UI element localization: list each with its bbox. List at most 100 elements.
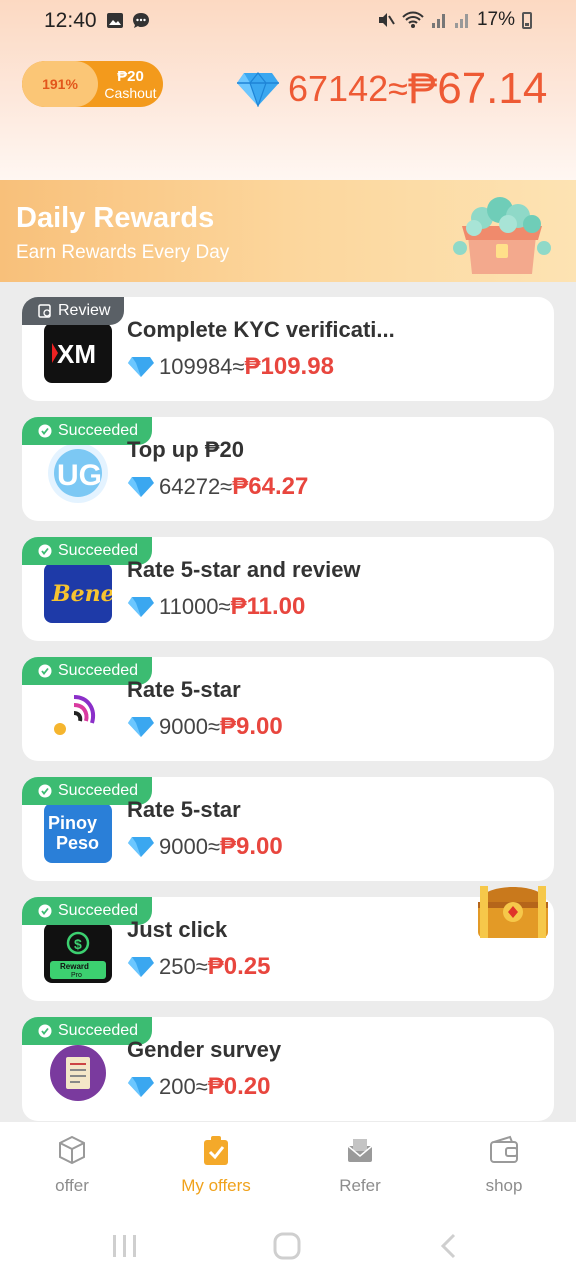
diamond-icon	[128, 477, 154, 497]
signal-icon	[454, 14, 468, 28]
signal-icon	[431, 14, 445, 28]
daily-rewards-banner[interactable]: Daily Rewards Earn Rewards Every Day	[0, 180, 576, 282]
signal-app-icon	[44, 683, 112, 743]
offer-reward: 9000≈ ₱9.00	[127, 713, 283, 741]
reward-gems: 250≈	[159, 954, 208, 979]
xm-app-icon: XM	[44, 323, 112, 383]
reward-php: ₱9.00	[220, 833, 283, 860]
check-circle-icon	[38, 784, 52, 798]
svg-text:$: $	[74, 936, 82, 952]
nav-my-offers[interactable]: My offers	[166, 1134, 266, 1196]
nav-label: shop	[485, 1176, 523, 1195]
offer-reward: 64272≈ ₱64.27	[127, 473, 308, 501]
cube-icon	[59, 1135, 85, 1165]
check-circle-icon	[38, 1024, 52, 1038]
wifi-icon	[402, 11, 424, 28]
pinoy-peso-app-icon: Pinoy Peso	[44, 803, 112, 863]
svg-text:Peso: Peso	[56, 833, 99, 853]
offer-title: Top up ₱20	[127, 437, 244, 462]
envelope-icon	[347, 1139, 373, 1162]
system-nav-bar	[0, 1214, 576, 1280]
offer-card[interactable]: XM Review Complete KYC verificati... 109…	[22, 297, 554, 401]
offer-card[interactable]: Bene Succeeded Rate 5-star and review 11…	[22, 537, 554, 641]
svg-text:XM: XM	[57, 339, 96, 369]
offer-card[interactable]: Succeeded Gender survey 200≈ ₱0.20	[22, 1017, 554, 1121]
gallery-icon	[107, 13, 123, 28]
battery-icon	[522, 11, 532, 29]
svg-text:Pro: Pro	[71, 972, 82, 979]
balance-display: 67142≈ ₱67.14	[236, 64, 547, 114]
reward-php: ₱9.00	[220, 713, 283, 740]
home-icon[interactable]	[272, 1232, 302, 1260]
reward-php: ₱0.25	[207, 953, 271, 980]
offer-reward: 109984≈ ₱109.98	[127, 353, 334, 381]
treasure-chest-icon[interactable]	[472, 872, 554, 942]
svg-text:Pinoy: Pinoy	[48, 813, 97, 833]
nav-label: offer	[55, 1176, 89, 1195]
cashout-button[interactable]: 191% ₱20 Cashout	[22, 61, 163, 107]
badge-label: Review	[58, 302, 111, 319]
cashout-percent: 191%	[22, 61, 98, 107]
status-bar: 12:40 17%	[0, 0, 576, 42]
diamond-icon	[128, 837, 154, 857]
svg-text:UG: UG	[57, 459, 102, 492]
banner-title: Daily Rewards	[16, 202, 215, 234]
offer-title: Gender survey	[127, 1037, 282, 1062]
check-circle-icon	[38, 904, 52, 918]
diamond-icon	[128, 717, 154, 737]
status-badge: Review	[22, 297, 125, 325]
diamond-icon	[128, 957, 154, 977]
ug-app-icon: UG	[44, 443, 112, 503]
chat-icon	[133, 13, 149, 28]
diamond-icon	[128, 357, 154, 377]
nav-label: My offers	[181, 1176, 251, 1195]
reward-gems: 11000≈	[159, 594, 231, 619]
gem-chest-icon	[453, 197, 551, 274]
clipboard-check-icon	[204, 1136, 228, 1165]
check-circle-icon	[38, 424, 52, 438]
reward-gems: 9000≈	[159, 834, 221, 859]
reward-php: ₱109.98	[244, 353, 334, 380]
check-circle-icon	[38, 664, 52, 678]
survey-app-icon	[44, 1043, 112, 1103]
offer-reward: 11000≈ ₱11.00	[127, 593, 305, 621]
offer-reward: 9000≈ ₱9.00	[127, 833, 283, 861]
offer-title: Rate 5-star	[127, 677, 241, 702]
offer-title: Rate 5-star and review	[127, 557, 361, 582]
offer-title: Rate 5-star	[127, 797, 241, 822]
mute-icon	[378, 13, 395, 27]
offer-title: Just click	[127, 917, 228, 942]
offer-reward: 250≈ ₱0.25	[127, 953, 271, 981]
offer-card[interactable]: Succeeded Rate 5-star 9000≈ ₱9.00	[22, 657, 554, 761]
balance-php: ₱67.14	[407, 64, 548, 113]
reward-gems: 64272≈	[159, 474, 233, 499]
cashout-info: ₱20 Cashout	[98, 61, 163, 107]
diamond-icon	[128, 1077, 154, 1097]
banner-subtitle: Earn Rewards Every Day	[16, 242, 230, 263]
nav-label: Refer	[339, 1176, 381, 1195]
reward-php: ₱11.00	[230, 593, 306, 620]
cashout-label: Cashout	[104, 84, 157, 101]
diamond-icon	[128, 597, 154, 617]
nav-offer[interactable]: offer	[22, 1134, 122, 1196]
nav-refer[interactable]: Refer	[310, 1134, 410, 1196]
recent-apps-icon[interactable]	[110, 1232, 140, 1260]
reward-gems: 200≈	[159, 1074, 208, 1099]
status-time: 12:40	[44, 9, 97, 32]
back-icon[interactable]	[436, 1232, 460, 1260]
nav-shop[interactable]: shop	[454, 1134, 554, 1196]
battery-percent: 17%	[476, 9, 515, 30]
reward-pro-app-icon: $ Reward Pro	[44, 923, 112, 983]
offer-card[interactable]: Pinoy Peso Succeeded Rate 5-star 9000≈ ₱…	[22, 777, 554, 881]
status-right: 17%	[377, 9, 532, 31]
offer-card[interactable]: UG Succeeded Top up ₱20 64272≈ ₱64.27	[22, 417, 554, 521]
svg-text:Reward: Reward	[60, 962, 89, 971]
svg-text:Bene: Bene	[51, 581, 112, 607]
cashout-amount: ₱20	[117, 67, 144, 85]
diamond-icon	[237, 72, 279, 107]
wallet-icon	[490, 1135, 518, 1163]
offers-list[interactable]: XM Review Complete KYC verificati... 109…	[0, 282, 576, 1122]
bene-app-icon: Bene	[44, 563, 115, 623]
reward-php: ₱0.20	[207, 1073, 271, 1100]
review-icon	[38, 304, 51, 318]
